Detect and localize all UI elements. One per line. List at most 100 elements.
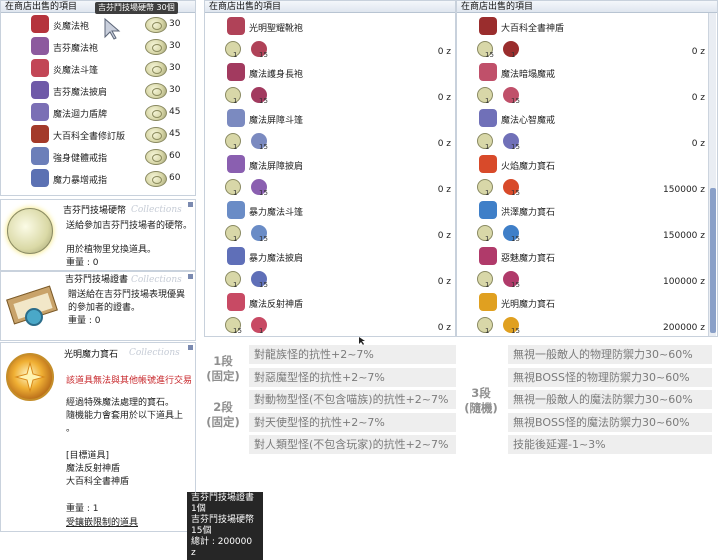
- arena-coin-icon: [145, 127, 167, 143]
- cost-count-2: 15: [259, 189, 268, 197]
- gem-card-target-2: 大百科全書神盾: [66, 477, 130, 487]
- cost-count-2: 15: [511, 327, 520, 335]
- shop-item-row[interactable]: 暴力魔法斗篷 1 15 0 z: [205, 201, 455, 243]
- arena-coin-icon: [145, 61, 167, 77]
- stat-line: 對人類型怪(不包含玩家)的抗性+2~7%: [249, 435, 456, 454]
- scrollbar-thumb[interactable]: [710, 188, 716, 333]
- item-icon: [479, 247, 497, 265]
- item-price: 30: [169, 85, 181, 95]
- purple-robe-icon: [31, 37, 49, 55]
- shop-item-row[interactable]: 魔力暴增戒指 60: [1, 169, 191, 189]
- gem-card-target-1: 魔法反射神盾: [66, 464, 121, 474]
- stage-2-text: 2段: [213, 400, 233, 414]
- item-icon: [227, 201, 245, 219]
- shop-item-row[interactable]: 大百科全書神盾 15 1 0 z: [457, 17, 707, 59]
- shop-item-row[interactable]: 魔法心智魔戒 1 15 0 z: [457, 109, 707, 151]
- right-shop-scrollbar[interactable]: [708, 13, 716, 336]
- item-name: 光明魔力寶石: [501, 300, 556, 310]
- shop-item-row[interactable]: 吉芬魔法袍 30: [1, 37, 191, 57]
- item-name: 吉芬魔法袍: [53, 44, 99, 54]
- cost-count-2: 15: [511, 143, 520, 151]
- shop-item-row[interactable]: 惡魅魔力寶石 1 15 100000 z: [457, 247, 707, 289]
- cost-count-1: 15: [233, 327, 242, 335]
- stat-line: 對天使型怪的抗性+2~7%: [249, 413, 456, 432]
- item-icon: [479, 109, 497, 127]
- left-shop-list: 炎魔法袍 30 吉芬魔法袍 30 炎魔法斗篷 30 吉芬魔法披肩 30 魔法迴力盾牌 45 大百科全…: [1, 13, 191, 193]
- left-shop-window: 在商店出售的項目 吉芬鬥技場硬幣 30個 炎魔法袍 30 吉芬魔法袍 30 炎魔法斗篷 3…: [0, 0, 196, 196]
- cost-count-1: 15: [485, 51, 494, 59]
- cert-card-watermark: Collections: [131, 275, 182, 285]
- cost-count-1: 1: [485, 327, 490, 335]
- cert-card-desc-1: 贈送給在吉芬鬥技場表現優異: [68, 290, 186, 300]
- item-price: 0 z: [437, 47, 451, 57]
- item-name: 吉芬魔法披肩: [53, 88, 108, 98]
- shop-item-row[interactable]: 強身健體戒指 60: [1, 147, 191, 167]
- tooltip-cert-count: 吉芬鬥技場證書 1個: [191, 493, 255, 514]
- cost-count-1: 1: [233, 97, 238, 105]
- item-price: 0 z: [437, 277, 451, 287]
- shop-item-row[interactable]: 炎魔法斗篷 30: [1, 59, 191, 79]
- item-price: 0 z: [437, 323, 451, 333]
- stat-line: 技能後延遲-1~3%: [508, 435, 712, 454]
- stage-3-sub: (隨機): [464, 401, 498, 415]
- item-price: 0 z: [437, 231, 451, 241]
- purchase-total-tooltip: 吉芬鬥技場證書 1個 吉芬鬥技場硬幣 15個 總計 : 200000 z: [187, 492, 263, 560]
- stat-line: 無視BOSS怪的魔法防禦力30~60%: [508, 413, 712, 432]
- gem-card-title: 光明魔力寶石: [64, 350, 119, 360]
- stat-line: 對惡魔型怪的抗性+2~7%: [249, 368, 456, 387]
- cost-count-1: 1: [233, 235, 238, 243]
- shop-item-row[interactable]: 大百科全書修訂版 45: [1, 125, 191, 145]
- cost-count-1: 1: [233, 143, 238, 151]
- card-close-icon[interactable]: [188, 345, 193, 350]
- shop-item-row[interactable]: 炎魔法袍 30: [1, 15, 191, 35]
- item-name: 惡魅魔力寶石: [501, 254, 556, 264]
- stat-line: 無視BOSS怪的物理防禦力30~60%: [508, 368, 712, 387]
- shop-item-row[interactable]: 光明魔力寶石 1 15 200000 z: [457, 293, 707, 335]
- item-price: 100000 z: [663, 277, 705, 287]
- item-price: 0 z: [691, 93, 705, 103]
- stage-1-label: 1段 (固定): [200, 354, 246, 384]
- item-price: 0 z: [437, 139, 451, 149]
- shop-item-row[interactable]: 魔法反射神盾 15 1 0 z: [205, 293, 455, 335]
- shop-item-row[interactable]: 魔法屏障披肩 1 15 0 z: [205, 155, 455, 197]
- right-shop-title: 在商店出售的項目: [457, 1, 717, 13]
- item-price: 0 z: [691, 47, 705, 57]
- cost-count-2: 15: [511, 97, 520, 105]
- stage-2-label: 2段 (固定): [200, 400, 246, 430]
- cost-count-2: 15: [259, 281, 268, 289]
- shop-item-row[interactable]: 光明聖耀靴袍 1 15 0 z: [205, 17, 455, 59]
- item-name: 魔法屏障披肩: [249, 162, 304, 172]
- item-icon: [479, 201, 497, 219]
- shop-item-row[interactable]: 火焰魔力寶石 1 15 150000 z: [457, 155, 707, 197]
- item-name: 魔法心智魔戒: [501, 116, 556, 126]
- item-icon: [227, 63, 245, 81]
- item-name: 魔法屏障斗篷: [249, 116, 304, 126]
- item-icon: [227, 17, 245, 35]
- shop-item-row[interactable]: 魔法迴力盾牌 45: [1, 103, 191, 123]
- item-name: 洪澤魔力寶石: [501, 208, 556, 218]
- cost-count-1: 1: [233, 189, 238, 197]
- item-price: 45: [169, 129, 181, 139]
- shop-item-row[interactable]: 暴力魔法披肩 1 15 0 z: [205, 247, 455, 289]
- card-close-icon[interactable]: [188, 274, 193, 279]
- stage-3-text: 3段: [471, 386, 491, 400]
- shop-item-row[interactable]: 吉芬魔法披肩 30: [1, 81, 191, 101]
- shop-item-row[interactable]: 魔法屏障斗篷 1 15 0 z: [205, 109, 455, 151]
- cost-count-2: 1: [259, 327, 264, 335]
- card-close-icon[interactable]: [188, 202, 193, 207]
- certificate-icon: [5, 278, 59, 334]
- cost-count-1: 1: [233, 51, 238, 59]
- shop-item-row[interactable]: 魔法暗塌魔戒 1 15 0 z: [457, 63, 707, 105]
- cost-count-1: 1: [485, 281, 490, 289]
- item-price: 45: [169, 107, 181, 117]
- cert-card-desc-2: 的參加者的證書。: [68, 303, 141, 313]
- shop-item-row[interactable]: 洪澤魔力寶石 1 15 150000 z: [457, 201, 707, 243]
- arena-coin-icon: [145, 171, 167, 187]
- shop-item-row[interactable]: 魔法護身長袍 1 15 0 z: [205, 63, 455, 105]
- item-name: 暴力魔法斗篷: [249, 208, 304, 218]
- item-icon: [227, 109, 245, 127]
- item-price: 60: [169, 151, 181, 161]
- item-price: 30: [169, 63, 181, 73]
- cost-count-2: 15: [259, 143, 268, 151]
- cost-count-2: 15: [511, 189, 520, 197]
